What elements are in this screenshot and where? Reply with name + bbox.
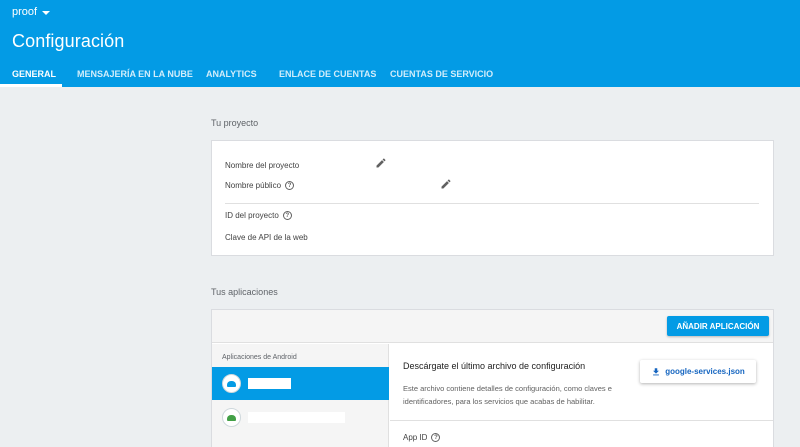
app-detail-panel: Descárgate el último archivo de configur… bbox=[390, 344, 773, 447]
android-app-item-selected[interactable] bbox=[212, 367, 389, 400]
config-download-title: Descárgate el último archivo de configur… bbox=[403, 361, 586, 371]
apps-sidebar: Aplicaciones de Android bbox=[212, 344, 389, 447]
download-config-button[interactable]: google-services.json bbox=[640, 360, 756, 383]
help-icon[interactable]: ? bbox=[285, 181, 295, 190]
tab-cloud-messaging[interactable]: MENSAJERÍA EN LA NUBE bbox=[77, 60, 193, 87]
tab-analytics[interactable]: ANALYTICS bbox=[206, 60, 257, 87]
public-name-label: Nombre público ? bbox=[225, 181, 295, 190]
help-icon[interactable]: ? bbox=[282, 211, 292, 220]
project-name: proof bbox=[12, 6, 38, 18]
android-icon bbox=[222, 374, 241, 393]
app-name-redacted bbox=[248, 412, 345, 423]
apps-card: AÑADIR APLICACIÓN Aplicaciones de Androi… bbox=[211, 309, 774, 447]
app-id-label: App ID ? bbox=[403, 433, 441, 442]
web-api-key-label: Clave de API de la web bbox=[225, 233, 308, 242]
tab-account-linking[interactable]: ENLACE DE CUENTAS bbox=[279, 60, 376, 87]
apps-section-heading: Tus aplicaciones bbox=[211, 287, 278, 297]
app-name-redacted bbox=[248, 378, 291, 389]
project-card: Nombre del proyecto Nombre público ? ID … bbox=[211, 140, 774, 256]
project-section-heading: Tu proyecto bbox=[211, 118, 259, 128]
project-name-label: Nombre del proyecto bbox=[225, 161, 299, 170]
download-config-label: google-services.json bbox=[665, 367, 745, 376]
help-icon[interactable]: ? bbox=[431, 433, 441, 442]
tab-general[interactable]: GENERAL bbox=[12, 60, 56, 87]
active-tab-indicator bbox=[0, 84, 62, 87]
download-icon bbox=[653, 367, 660, 375]
add-app-button[interactable]: AÑADIR APLICACIÓN bbox=[667, 316, 769, 336]
project-id-label-text: ID del proyecto bbox=[225, 211, 279, 220]
detail-divider bbox=[390, 420, 773, 421]
android-robot-icon bbox=[227, 380, 236, 387]
edit-public-name-icon[interactable] bbox=[440, 178, 452, 190]
android-icon bbox=[222, 408, 241, 427]
project-selector[interactable]: proof bbox=[12, 6, 51, 18]
top-app-bar: proof Configuración GENERAL MENSAJERÍA E… bbox=[0, 0, 800, 87]
config-download-description: Este archivo contiene detalles de config… bbox=[403, 384, 612, 406]
android-app-item[interactable] bbox=[212, 401, 389, 434]
web-api-key-label-text: Clave de API de la web bbox=[225, 233, 308, 242]
tab-service-accounts[interactable]: CUENTAS DE SERVICIO bbox=[390, 60, 493, 87]
app-id-label-text: App ID bbox=[403, 433, 428, 442]
project-card-divider bbox=[225, 203, 759, 204]
page-title: Configuración bbox=[12, 31, 125, 51]
project-id-label: ID del proyecto ? bbox=[225, 211, 292, 220]
settings-tabs: GENERAL MENSAJERÍA EN LA NUBE ANALYTICS … bbox=[0, 60, 800, 87]
apps-toolbar: AÑADIR APLICACIÓN bbox=[212, 310, 773, 343]
project-name-label-text: Nombre del proyecto bbox=[225, 161, 300, 170]
android-robot-icon bbox=[227, 414, 236, 421]
edit-project-name-icon[interactable] bbox=[375, 157, 387, 169]
dropdown-caret-icon bbox=[42, 10, 51, 15]
public-name-label-text: Nombre público bbox=[225, 181, 282, 190]
android-apps-heading: Aplicaciones de Android bbox=[222, 354, 297, 361]
